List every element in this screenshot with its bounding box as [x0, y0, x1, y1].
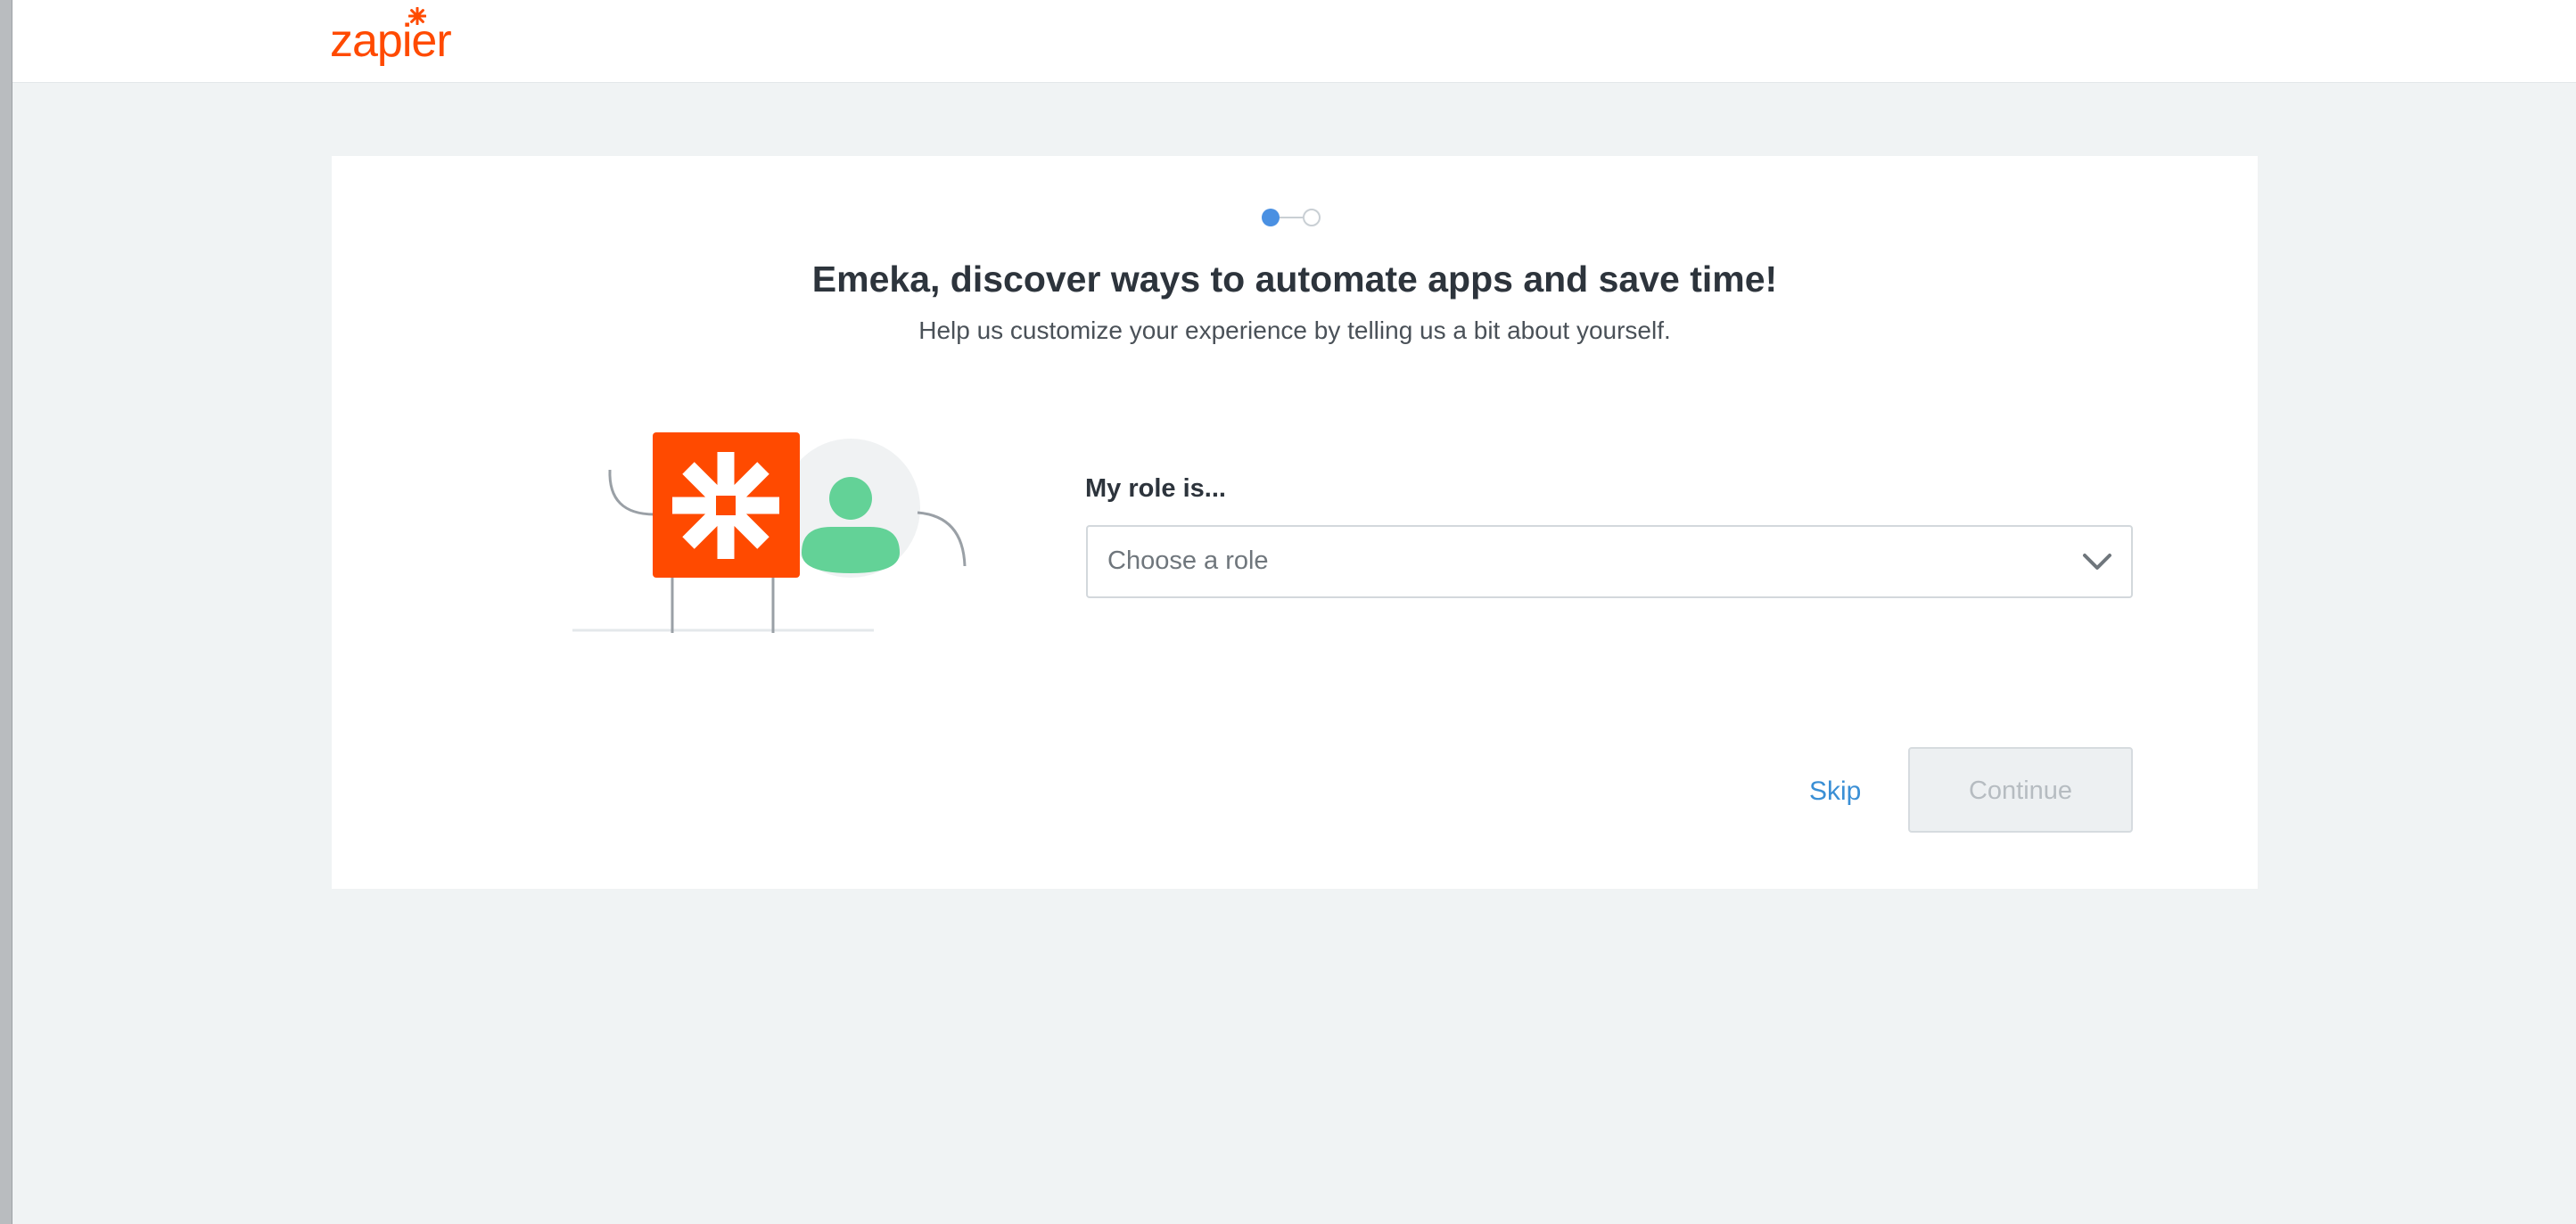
role-label: My role is...: [1085, 474, 1226, 503]
step-connector: [1280, 217, 1303, 218]
role-dropdown[interactable]: Choose a role: [1086, 525, 2133, 598]
onboarding-card: Emeka, discover ways to automate apps an…: [332, 156, 2258, 889]
right-arm-arc: [917, 511, 967, 567]
onboarding-illustration: [572, 432, 967, 633]
zapier-asterisk-center: [716, 496, 736, 515]
continue-button[interactable]: Continue: [1908, 747, 2133, 833]
progress-stepper: [1262, 207, 1324, 230]
chevron-down-icon: [2083, 554, 2111, 570]
page-subtitle: Help us customize your experience by tel…: [918, 316, 1671, 344]
user-avatar-body: [802, 527, 900, 573]
window-left-edge: [0, 0, 12, 1224]
logo-wordmark: zapier: [330, 15, 452, 67]
role-dropdown-placeholder: Choose a role: [1107, 546, 1269, 575]
zapier-logo[interactable]: zapier: [330, 7, 473, 68]
skip-link[interactable]: Skip: [1809, 776, 1861, 807]
step-2-indicator: [1303, 209, 1321, 226]
page-title: Emeka, discover ways to automate apps an…: [811, 259, 1778, 300]
top-navigation-bar: zapier: [12, 0, 2576, 83]
step-1-indicator: [1262, 209, 1280, 226]
asterisk-icon: [408, 7, 426, 25]
user-avatar-icon: [829, 477, 872, 520]
left-arm-arc: [608, 469, 655, 516]
